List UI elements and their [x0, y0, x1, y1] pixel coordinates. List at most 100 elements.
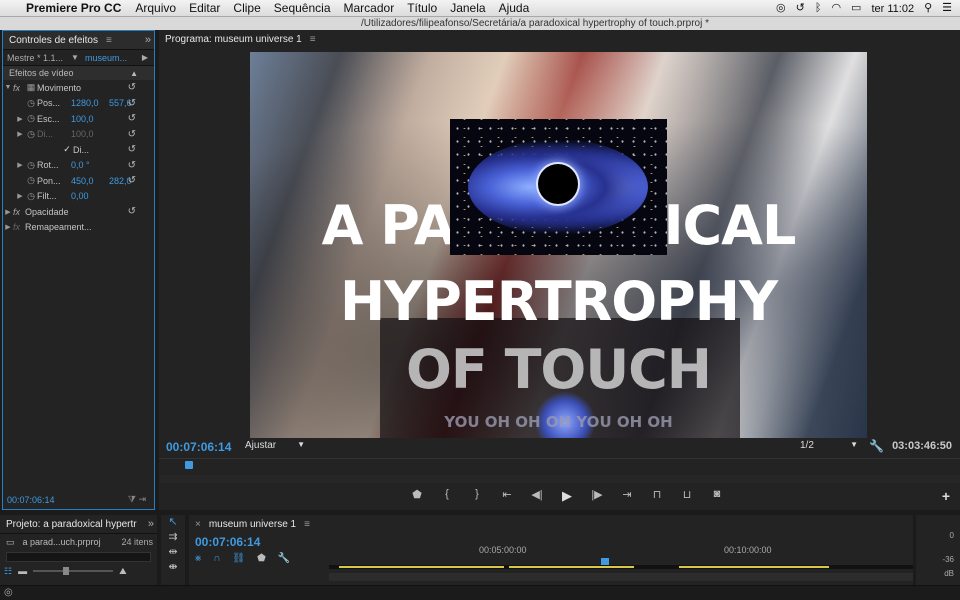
export-frame-camera-icon[interactable]: ◙ — [709, 488, 725, 504]
extract-icon[interactable]: ⊔ — [679, 488, 695, 504]
menu-editar[interactable]: Editar — [189, 1, 220, 15]
flicker-filter-value[interactable]: 0,00 — [71, 191, 89, 201]
anchor-x-value[interactable]: 450,0 — [71, 176, 94, 186]
battery-icon[interactable]: ▭ — [851, 3, 861, 14]
timeline-settings-wrench-icon[interactable]: 🔧 — [278, 553, 290, 564]
twirl-closed-icon[interactable]: ▶ — [15, 192, 25, 200]
twirl-closed-icon[interactable]: ▶ — [3, 223, 13, 231]
filter-icon[interactable]: ⧩ — [128, 494, 136, 504]
project-tab[interactable]: Projeto: a paradoxical hypertr — [0, 515, 157, 534]
reset-icon[interactable]: ↺ — [128, 160, 136, 171]
reset-icon[interactable]: ↺ — [128, 144, 136, 155]
twirl-closed-icon[interactable]: ▶ — [15, 161, 25, 169]
creative-cloud-icon[interactable]: ◎ — [4, 587, 13, 598]
zoom-slider[interactable] — [33, 567, 114, 575]
project-search-field[interactable] — [6, 552, 151, 562]
list-icon[interactable]: ☰ — [942, 3, 952, 14]
program-playhead-timecode[interactable]: 00:07:06:14 — [166, 440, 231, 454]
twirl-closed-icon[interactable]: ▶ — [3, 208, 13, 216]
reset-icon[interactable]: ↺ — [128, 129, 136, 140]
chevron-down-icon[interactable]: ▼ — [71, 53, 79, 62]
reset-icon[interactable]: ↺ — [128, 113, 136, 124]
anchor-point-row[interactable]: ◷ Pon... 450,0 282,0 ↺ — [3, 173, 154, 189]
close-icon[interactable]: × — [195, 519, 201, 530]
master-label[interactable]: Mestre * 1.1... — [7, 53, 63, 63]
twirl-open-icon[interactable]: ▼ — [3, 84, 13, 91]
go-to-in-icon[interactable]: ⇤ — [499, 488, 515, 504]
nest-icon[interactable]: ⨳ — [195, 553, 201, 564]
stopwatch-icon[interactable]: ◷ — [25, 98, 37, 109]
uniform-scale-row[interactable]: ✓ Di... ↺ — [3, 142, 154, 158]
rotation-row[interactable]: ▶ ◷ Rot... 0,0 ° ↺ — [3, 158, 154, 174]
menu-app-name[interactable]: Premiere Pro CC — [26, 1, 121, 15]
effects-timecode[interactable]: 00:07:06:14 — [7, 495, 55, 505]
clip-link[interactable]: museum... — [85, 53, 127, 63]
settings-wrench-icon[interactable]: 🔧 — [869, 439, 884, 453]
work-area-bar[interactable] — [329, 565, 913, 569]
export-icon[interactable]: ⇥ — [138, 494, 146, 504]
reset-icon[interactable]: ↺ — [128, 175, 136, 186]
effect-controls-tab[interactable]: Controles de efeitos ≡ — [3, 31, 154, 50]
scale-row[interactable]: ▶ ◷ Esc... 100,0 ↺ — [3, 111, 154, 127]
add-marker-icon[interactable]: ⬟ — [257, 553, 266, 564]
mark-out-icon[interactable]: } — [469, 488, 485, 504]
ripple-edit-tool-icon[interactable]: ⇹ — [161, 545, 185, 560]
stopwatch-icon[interactable]: ◷ — [25, 175, 37, 186]
menu-ajuda[interactable]: Ajuda — [499, 1, 530, 15]
add-marker-icon[interactable]: ⬟ — [409, 488, 425, 504]
panel-menu-icon[interactable]: ≡ — [304, 519, 310, 530]
stopwatch-icon[interactable]: ◷ — [25, 191, 37, 202]
program-time-ruler[interactable] — [159, 458, 960, 483]
reset-icon[interactable]: ↺ — [128, 98, 136, 109]
menu-titulo[interactable]: Título — [407, 1, 437, 15]
menubar-clock[interactable]: ter 11:02 — [871, 3, 914, 15]
time-machine-icon[interactable]: ↺ — [796, 3, 805, 14]
fx-icon[interactable]: fx — [13, 83, 25, 93]
linked-selection-icon[interactable]: ⛓ — [232, 553, 245, 564]
mark-in-icon[interactable]: { — [439, 488, 455, 504]
bluetooth-icon[interactable]: ᛒ — [815, 3, 822, 14]
step-back-icon[interactable]: ◀| — [529, 488, 545, 504]
lift-icon[interactable]: ⊓ — [649, 488, 665, 504]
menu-arquivo[interactable]: Arquivo — [135, 1, 176, 15]
twirl-closed-icon[interactable]: ▶ — [15, 115, 25, 123]
reset-icon[interactable]: ↺ — [128, 82, 136, 93]
rolling-edit-tool-icon[interactable]: ⇼ — [161, 560, 185, 575]
creative-cloud-icon[interactable]: ◎ — [776, 3, 786, 14]
track-select-tool-icon[interactable]: ⇉ — [161, 530, 185, 545]
timeline-timecode[interactable]: 00:07:06:14 — [195, 535, 260, 549]
program-monitor-tab[interactable]: Programa: museum universe 1 ≡ — [159, 30, 960, 49]
expand-panel-icon[interactable]: » — [148, 518, 154, 530]
panel-menu-icon[interactable]: ≡ — [106, 35, 112, 46]
selection-tool-icon[interactable]: ↖ — [161, 515, 185, 530]
program-zoom-bar[interactable] — [159, 475, 960, 483]
timeline-scrollbar[interactable] — [329, 573, 913, 581]
zoom-fit-select[interactable]: Ajustar ▼ — [245, 440, 305, 451]
rotation-value[interactable]: 0,0 ° — [71, 160, 90, 170]
program-video-frame[interactable]: A PARADOXICAL HYPERTROPHY OF TOUCH YOU O… — [250, 52, 867, 438]
menu-clipe[interactable]: Clipe — [233, 1, 260, 15]
icon-view-icon[interactable]: ▬ — [18, 566, 27, 576]
position-row[interactable]: ◷ Pos... 1280,0 557,6 ↺ — [3, 96, 154, 112]
step-forward-icon[interactable]: |▶ — [589, 488, 605, 504]
go-to-out-icon[interactable]: ⇥ — [619, 488, 635, 504]
menu-marcador[interactable]: Marcador — [344, 1, 395, 15]
snap-magnet-icon[interactable]: ∩ — [213, 553, 220, 564]
time-remap-row[interactable]: ▶ fx Remapeament... — [3, 220, 154, 236]
menu-janela[interactable]: Janela — [450, 1, 485, 15]
checkbox-checked-icon[interactable]: ✓ — [61, 144, 73, 155]
search-icon[interactable]: ⚲ — [924, 3, 932, 14]
playback-resolution-select[interactable]: 1/2 ▼ — [800, 440, 858, 451]
stopwatch-icon[interactable]: ◷ — [25, 113, 37, 124]
reset-icon[interactable]: ↺ — [128, 206, 136, 217]
program-playhead[interactable] — [185, 461, 193, 469]
flicker-filter-row[interactable]: ▶ ◷ Filt... 0,00 — [3, 189, 154, 205]
position-x-value[interactable]: 1280,0 — [71, 98, 99, 108]
sequence-tab[interactable]: × museum universe 1 ≡ — [189, 515, 913, 534]
menu-sequencia[interactable]: Sequência — [274, 1, 331, 15]
button-editor-plus-icon[interactable]: + — [942, 488, 950, 504]
play-triangle-icon[interactable]: ▶ — [142, 53, 148, 62]
fx-icon[interactable]: fx — [13, 207, 25, 217]
play-icon[interactable]: ▶ — [559, 488, 575, 504]
scale-value[interactable]: 100,0 — [71, 114, 94, 124]
